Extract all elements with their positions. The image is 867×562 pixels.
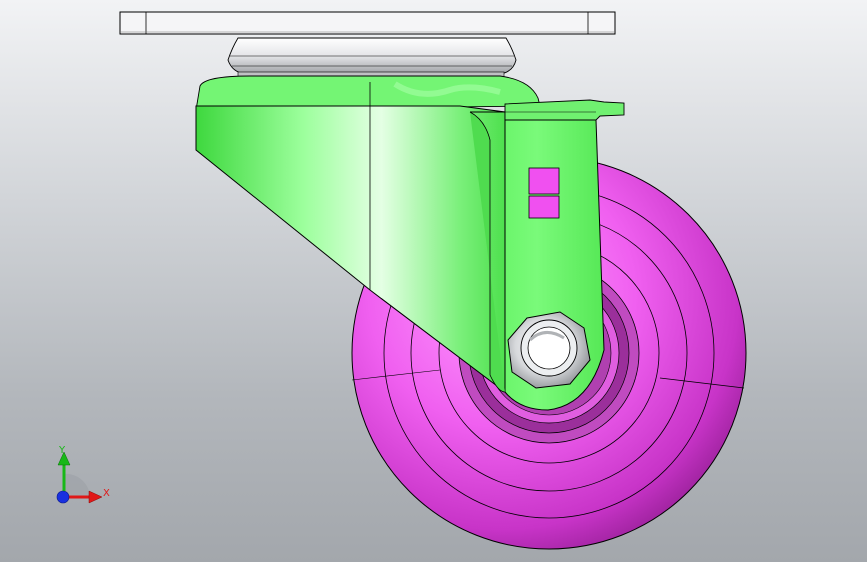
triad-x-label: X bbox=[103, 488, 110, 499]
graphics-viewport[interactable]: Y X bbox=[0, 0, 867, 562]
caster-model-view[interactable]: Y X bbox=[0, 0, 867, 562]
top-mounting-plate[interactable] bbox=[119, 11, 616, 35]
coordinate-axes-icon bbox=[56, 451, 103, 504]
swivel-bearing[interactable] bbox=[227, 37, 517, 79]
triad-y-label: Y bbox=[58, 445, 66, 456]
orientation-triad: Y X bbox=[56, 445, 110, 504]
